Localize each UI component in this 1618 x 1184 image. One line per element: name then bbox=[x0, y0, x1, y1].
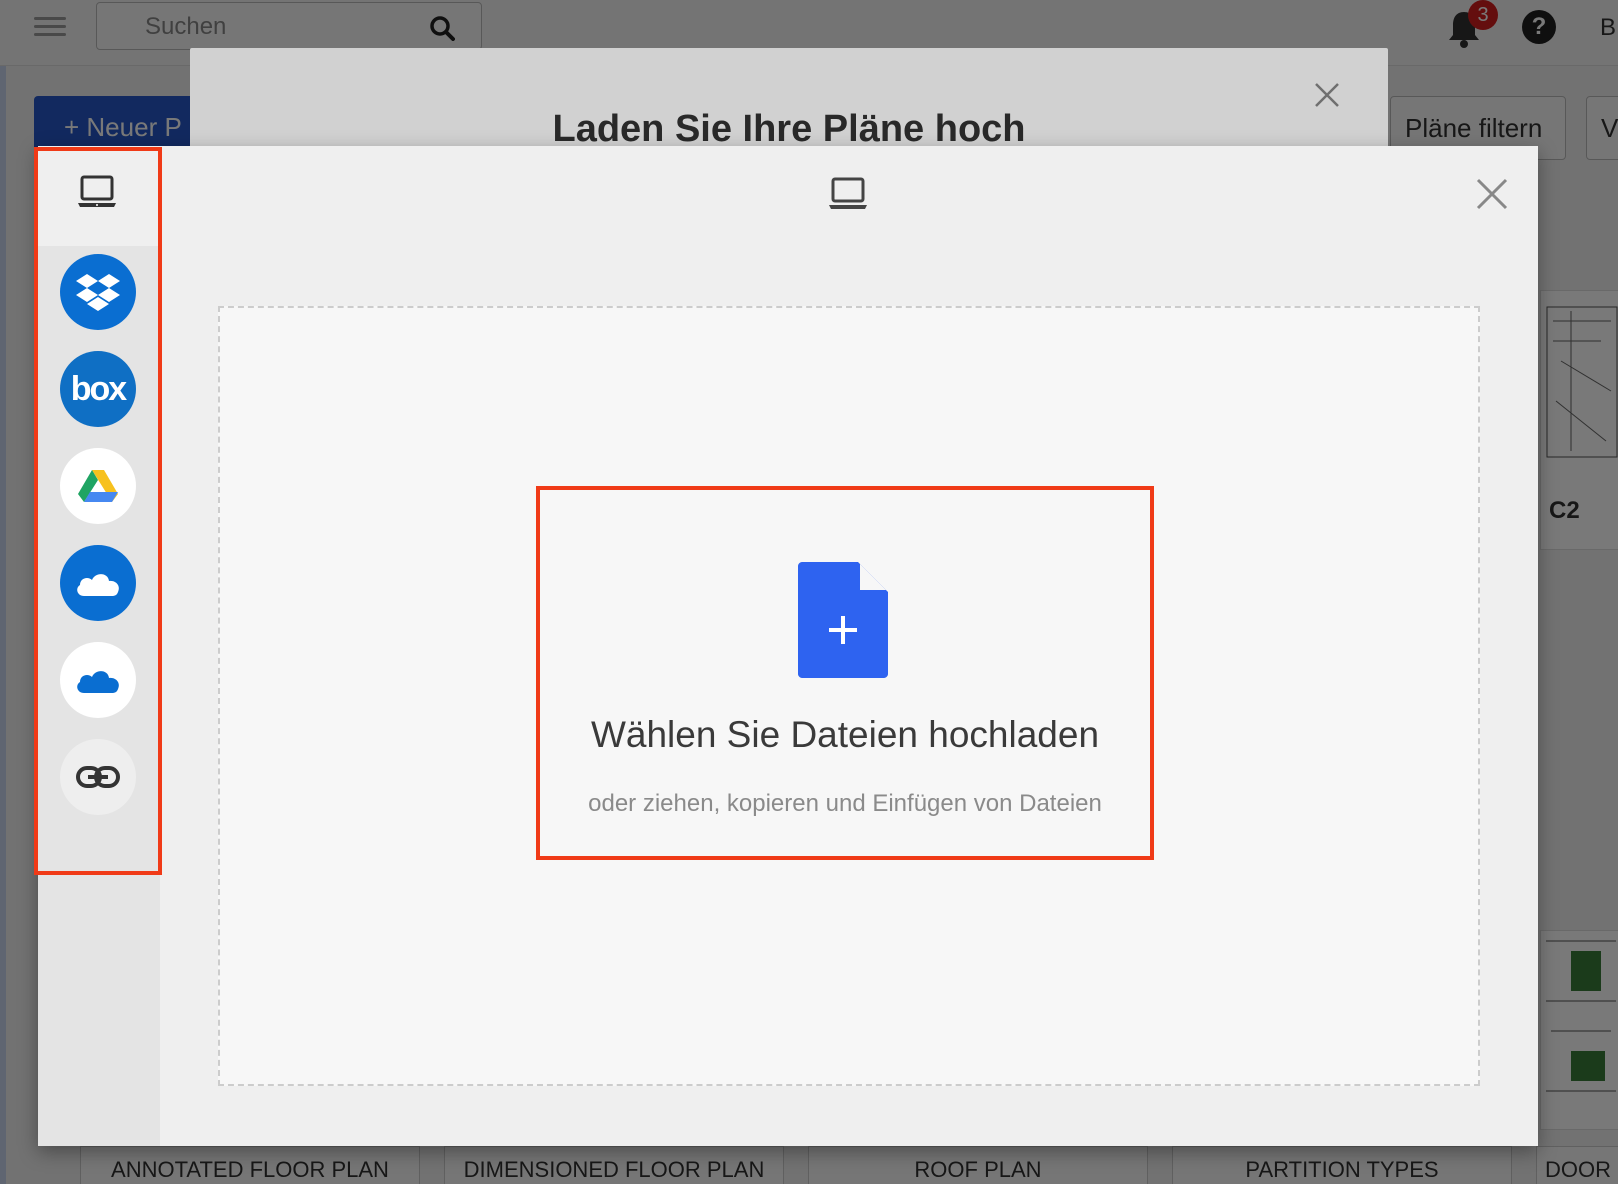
source-google-drive[interactable] bbox=[60, 448, 136, 524]
onedrive-business-icon bbox=[77, 671, 119, 693]
close-icon[interactable] bbox=[1474, 176, 1510, 212]
add-file-icon bbox=[798, 562, 888, 678]
source-link[interactable] bbox=[60, 739, 136, 815]
link-icon bbox=[76, 766, 120, 788]
source-box[interactable]: box bbox=[60, 351, 136, 427]
source-my-device[interactable] bbox=[38, 146, 160, 246]
google-drive-icon bbox=[78, 470, 118, 502]
source-onedrive[interactable] bbox=[60, 545, 136, 621]
source-onedrive-business[interactable] bbox=[60, 642, 136, 718]
laptop-icon bbox=[78, 175, 116, 207]
laptop-icon bbox=[829, 177, 867, 209]
dropbox-icon bbox=[76, 274, 120, 311]
onedrive-icon bbox=[77, 574, 119, 596]
upload-subtitle: oder ziehen, kopieren und Einfügen von D… bbox=[588, 790, 1102, 817]
upload-title: Wählen Sie Dateien hochladen bbox=[590, 714, 1100, 755]
source-sidebar: box bbox=[34, 146, 162, 1146]
source-dropbox[interactable] bbox=[60, 254, 136, 330]
box-icon: box bbox=[70, 369, 127, 408]
choose-files-button[interactable]: Wählen Sie Dateien hochladen oder ziehen… bbox=[536, 486, 1154, 860]
